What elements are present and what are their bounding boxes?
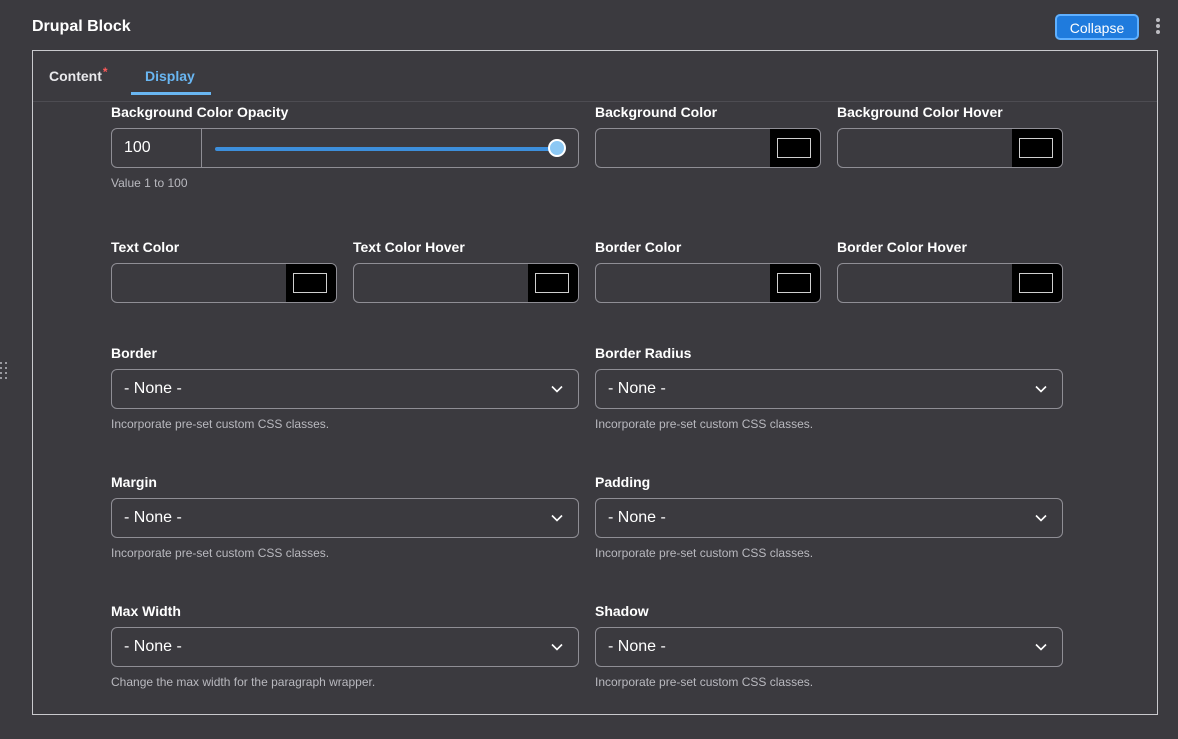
opacity-label: Background Color Opacity <box>111 104 289 120</box>
max-width-select-value: - None - <box>124 638 182 655</box>
required-marker: * <box>102 65 108 79</box>
active-tab-indicator <box>131 92 211 95</box>
text-color-field[interactable] <box>111 263 337 303</box>
bg-color-hover-field[interactable] <box>837 128 1063 168</box>
text-color-hover-swatch[interactable] <box>528 264 578 302</box>
opacity-slider-track[interactable] <box>215 147 558 151</box>
text-color-hover-label: Text Color Hover <box>353 239 465 255</box>
bg-color-swatch[interactable] <box>770 129 820 167</box>
bg-color-field[interactable] <box>595 128 821 168</box>
max-width-select[interactable]: - None - <box>111 627 579 667</box>
padding-select-value: - None - <box>608 509 666 526</box>
chevron-down-icon <box>1035 643 1047 651</box>
border-select-value: - None - <box>124 380 182 397</box>
padding-select[interactable]: - None - <box>595 498 1063 538</box>
border-radius-select[interactable]: - None - <box>595 369 1063 409</box>
max-width-hint: Change the max width for the paragraph w… <box>111 675 376 689</box>
chevron-down-icon <box>1035 514 1047 522</box>
opacity-value: 100 <box>124 139 151 156</box>
padding-label: Padding <box>595 474 651 490</box>
border-color-hover-swatch[interactable] <box>1012 264 1062 302</box>
margin-hint: Incorporate pre-set custom CSS classes. <box>111 546 330 560</box>
shadow-hint: Incorporate pre-set custom CSS classes. <box>595 675 814 689</box>
block-title: Drupal Block <box>32 18 131 35</box>
opacity-slider-thumb[interactable] <box>548 139 566 157</box>
chevron-down-icon <box>551 643 563 651</box>
border-radius-select-value: - None - <box>608 380 666 397</box>
border-color-hover-label: Border Color Hover <box>837 239 967 255</box>
shadow-label: Shadow <box>595 603 649 619</box>
padding-hint: Incorporate pre-set custom CSS classes. <box>595 546 814 560</box>
drag-handle-icon[interactable] <box>0 362 8 380</box>
more-vertical-icon[interactable] <box>1154 18 1162 38</box>
border-color-hover-field[interactable] <box>837 263 1063 303</box>
text-color-label: Text Color <box>111 239 180 255</box>
bg-color-hover-swatch[interactable] <box>1012 129 1062 167</box>
border-select[interactable]: - None - <box>111 369 579 409</box>
opacity-input[interactable]: 100 <box>112 129 202 167</box>
margin-label: Margin <box>111 474 157 490</box>
border-radius-hint: Incorporate pre-set custom CSS classes. <box>595 417 814 431</box>
shadow-select[interactable]: - None - <box>595 627 1063 667</box>
tab-content-label: Content <box>49 68 102 84</box>
margin-select-value: - None - <box>124 509 182 526</box>
text-color-swatch[interactable] <box>286 264 336 302</box>
border-color-swatch[interactable] <box>770 264 820 302</box>
border-color-label: Border Color <box>595 239 682 255</box>
tab-bar: Content* Display <box>33 51 1157 102</box>
chevron-down-icon <box>1035 385 1047 393</box>
border-radius-label: Border Radius <box>595 345 692 361</box>
chevron-down-icon <box>551 514 563 522</box>
text-color-hover-field[interactable] <box>353 263 579 303</box>
bg-color-label: Background Color <box>595 104 718 120</box>
settings-panel: Content* Display Background Color Opacit… <box>32 50 1158 715</box>
shadow-select-value: - None - <box>608 638 666 655</box>
border-hint: Incorporate pre-set custom CSS classes. <box>111 417 330 431</box>
opacity-hint: Value 1 to 100 <box>111 176 188 190</box>
border-label: Border <box>111 345 157 361</box>
margin-select[interactable]: - None - <box>111 498 579 538</box>
max-width-label: Max Width <box>111 603 181 619</box>
border-color-field[interactable] <box>595 263 821 303</box>
tab-display[interactable]: Display <box>145 68 195 84</box>
bg-color-hover-label: Background Color Hover <box>837 104 1003 120</box>
tab-content[interactable]: Content* <box>49 65 108 84</box>
collapse-button[interactable]: Collapse <box>1055 14 1139 40</box>
opacity-control: 100 <box>111 128 579 168</box>
chevron-down-icon <box>551 385 563 393</box>
